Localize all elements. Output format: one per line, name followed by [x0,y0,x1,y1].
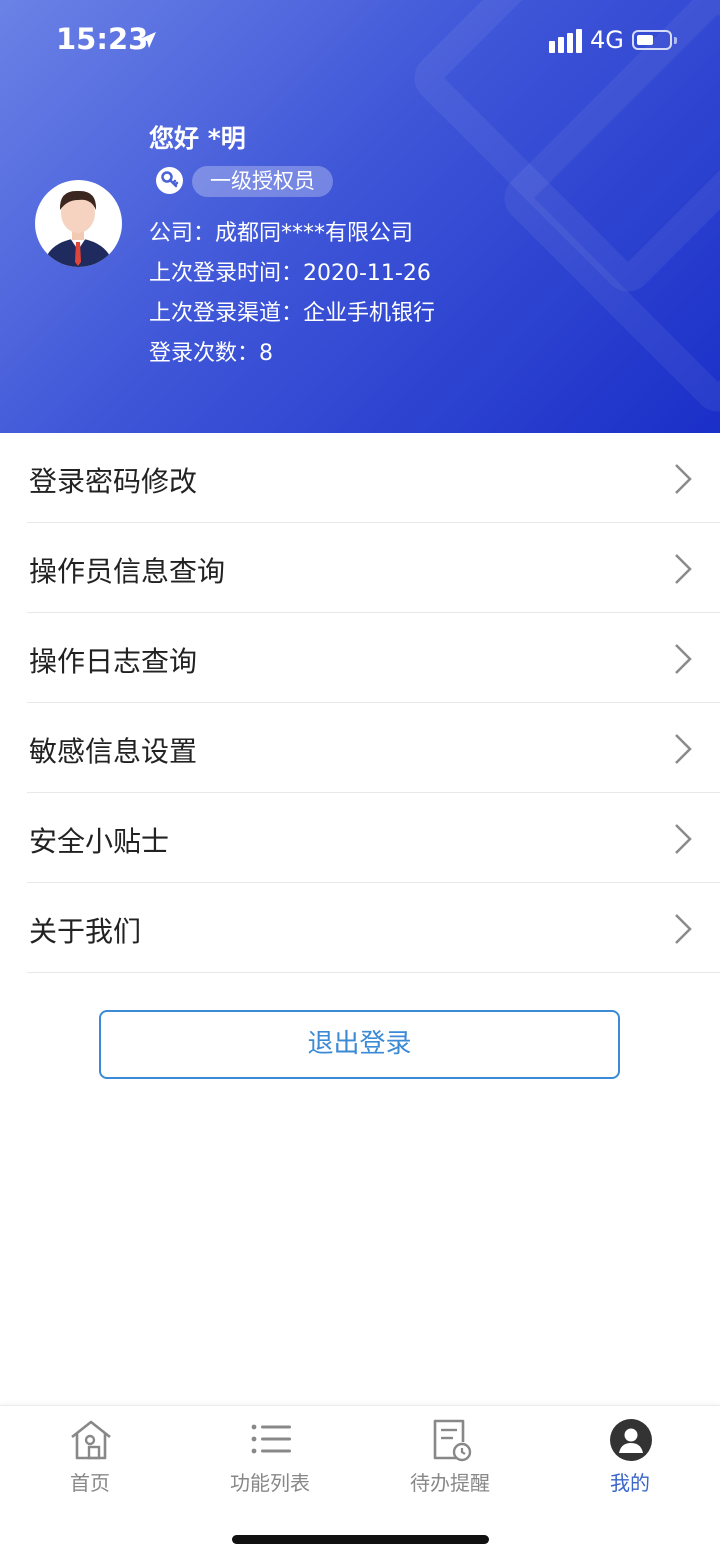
menu-item-change-login-password[interactable]: 登录密码修改 [0,433,720,523]
document-clock-icon [433,1419,472,1462]
menu-item-sensitive-info-settings[interactable]: 敏感信息设置 [0,703,720,793]
key-icon [156,167,183,194]
login-count: 登录次数：8 [149,341,273,366]
home-icon [71,1420,111,1460]
menu-item-operation-log[interactable]: 操作日志查询 [0,613,720,703]
tab-home[interactable]: 首页 [0,1406,180,1506]
status-time: 15:23 [56,22,149,56]
menu-item-label: 安全小贴士 [29,825,170,858]
menu-item-operator-info[interactable]: 操作员信息查询 [0,523,720,613]
company-info: 公司：成都同****有限公司 [149,221,414,246]
menu-item-label: 登录密码修改 [29,465,198,498]
tab-todo-reminders[interactable]: 待办提醒 [360,1406,540,1506]
signal-icon [549,29,582,53]
menu-item-label: 敏感信息设置 [29,735,198,768]
menu-item-label: 操作员信息查询 [29,555,226,588]
chevron-right-icon [675,824,692,854]
tab-function-list[interactable]: 功能列表 [180,1406,360,1506]
settings-menu: 登录密码修改 操作员信息查询 操作日志查询 敏感信息设置 安全小贴士 关于我们 [0,433,720,973]
last-login-time: 上次登录时间：2020-11-26 [149,261,431,286]
user-icon [610,1419,652,1461]
role-badge: 一级授权员 [192,166,333,197]
battery-icon [632,30,672,50]
chevron-right-icon [675,914,692,944]
menu-item-about-us[interactable]: 关于我们 [0,883,720,973]
tab-mine[interactable]: 我的 [540,1406,720,1506]
chevron-right-icon [675,734,692,764]
logout-button[interactable]: 退出登录 [99,1010,620,1079]
chevron-right-icon [675,554,692,584]
chevron-right-icon [675,644,692,674]
battery-tip [674,37,677,44]
tab-label: 功能列表 [230,1471,310,1495]
tab-label: 我的 [610,1471,650,1495]
avatar[interactable] [35,180,122,267]
avatar-person-icon [43,190,114,267]
home-indicator [232,1535,489,1544]
battery-level [637,35,653,45]
menu-item-security-tips[interactable]: 安全小贴士 [0,793,720,883]
list-icon [251,1424,291,1454]
tab-label: 待办提醒 [410,1471,490,1495]
last-login-channel: 上次登录渠道：企业手机银行 [149,301,436,326]
divider [27,972,720,973]
profile-header: 15:23 4G 您好 *明 一级授权员 公司：成都同****有限公司 上次登录… [0,0,720,433]
chevron-right-icon [675,464,692,494]
location-arrow-icon [140,32,156,48]
menu-item-label: 操作日志查询 [29,645,198,678]
greeting: 您好 *明 [149,124,246,153]
network-type: 4G [590,26,624,54]
menu-item-label: 关于我们 [29,915,142,948]
tab-label: 首页 [70,1471,110,1495]
